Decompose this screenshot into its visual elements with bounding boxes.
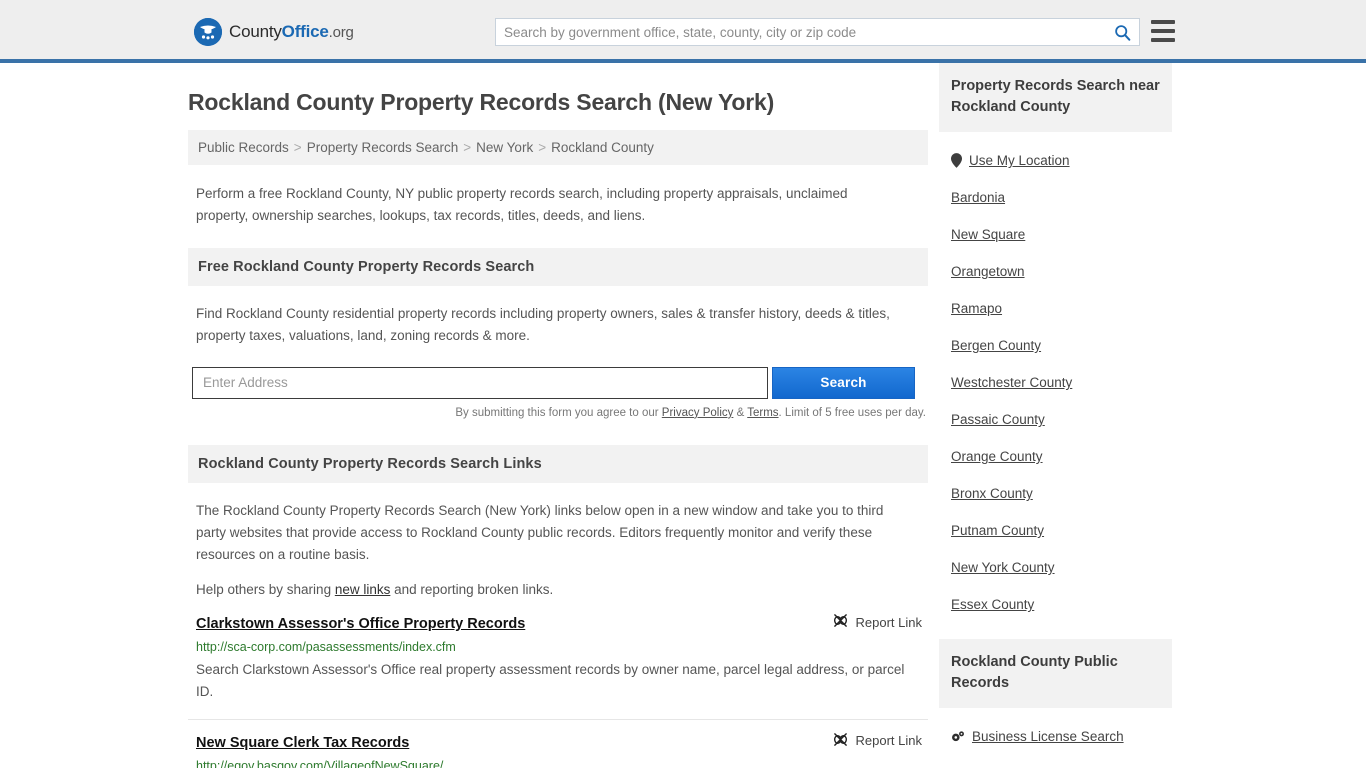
search-links-paragraph: The Rockland County Property Records Sea… (196, 502, 884, 562)
sidebar-item-label: Putnam County (951, 523, 1045, 539)
free-search-heading: Free Rockland County Property Records Se… (188, 248, 928, 287)
result-link-title[interactable]: New Square Clerk Tax Records (196, 735, 409, 751)
result-link-description: Search Clarkstown Assessor's Office real… (196, 662, 905, 699)
sidebar-item-label: Westchester County (951, 375, 1073, 391)
list-item: New Square Clerk Tax Records Report Link… (188, 720, 928, 768)
search-button[interactable]: Search (772, 366, 915, 399)
hamburger-bar (1151, 20, 1175, 24)
sidebar-item-label: Bardonia (951, 190, 1006, 206)
logo-text-county: County (229, 22, 282, 41)
sidebar-item-passaic-county[interactable]: Passaic County (951, 401, 1172, 438)
sidebar-public-records-block: Rockland County Public Records Business … (939, 639, 1172, 755)
sidebar-item-new-york-county[interactable]: New York County (951, 549, 1172, 586)
sidebar-item-putnam-county[interactable]: Putnam County (951, 512, 1172, 549)
breadcrumb: Public Records > Property Records Search > N… (188, 130, 928, 165)
logo-text-office: Office (281, 22, 329, 41)
site-header: CountyOffice.org (0, 0, 1366, 63)
legal-prefix: By submitting this form you agree to our (455, 406, 662, 419)
sidebar-item-label: Orange County (951, 449, 1043, 465)
page-title: Rockland County Property Records Search … (188, 89, 775, 115)
report-link-label: Report Link (855, 614, 922, 630)
logo-text-tld: .org (328, 24, 354, 41)
report-link-button[interactable]: Report Link (833, 613, 922, 631)
broken-link-icon (833, 732, 848, 750)
sidebar-item-bardonia[interactable]: Bardonia (951, 179, 1172, 216)
breadcrumb-item-new-york[interactable]: New York (476, 140, 533, 155)
sidebar-item-label: New York County (951, 560, 1055, 576)
address-input[interactable] (192, 366, 768, 399)
sidebar-item-label: Bronx County (951, 486, 1033, 502)
sidebar-item-bronx-county[interactable]: Bronx County (951, 475, 1172, 512)
sidebar-item-ramapo[interactable]: Ramapo (951, 290, 1172, 327)
sidebar-item-orange-county[interactable]: Orange County (951, 438, 1172, 475)
page-body: Rockland County Property Records Search … (0, 63, 1366, 768)
new-links-link[interactable]: new links (335, 582, 391, 597)
site-logo[interactable]: CountyOffice.org (194, 18, 354, 46)
terms-link[interactable]: Terms (747, 407, 778, 419)
help-suffix: and reporting broken links. (390, 582, 554, 598)
sidebar-public-records-heading: Rockland County Public Records (939, 639, 1172, 709)
help-prefix: Help others by sharing (196, 582, 335, 598)
search-input[interactable] (496, 19, 1105, 45)
sidebar-item-label: Bergen County (951, 338, 1042, 354)
main-content-column: Rockland County Property Records Search … (188, 63, 928, 768)
sidebar-nearby-heading: Property Records Search near Rockland Co… (939, 63, 1172, 133)
sidebar-item-orangetown[interactable]: Orangetown (951, 253, 1172, 290)
page-intro-text: Perform a free Rockland County, NY publi… (196, 186, 848, 223)
sidebar-item-bergen-county[interactable]: Bergen County (951, 327, 1172, 364)
logo-text: CountyOffice.org (229, 22, 354, 42)
legal-suffix: . Limit of 5 free uses per day. (778, 406, 926, 419)
search-links-section: Rockland County Property Records Search … (188, 444, 928, 768)
breadcrumb-item-property-records-search[interactable]: Property Records Search (307, 140, 459, 155)
privacy-policy-link[interactable]: Privacy Policy (662, 407, 734, 419)
sidebar-item-use-my-location[interactable]: Use My Location (951, 142, 1172, 179)
global-search-box[interactable] (495, 18, 1140, 46)
list-item: Clarkstown Assessor's Office Property Re… (188, 601, 928, 720)
gear-icon (951, 730, 965, 743)
report-link-button[interactable]: Report Link (833, 732, 922, 750)
hamburger-bar (1151, 38, 1175, 42)
sidebar-item-label: Business License Search (972, 729, 1124, 745)
breadcrumb-separator: > (293, 140, 302, 155)
sidebar-item-label: Orangetown (951, 264, 1025, 280)
breadcrumb-item-public-records[interactable]: Public Records (198, 140, 289, 155)
legal-amp: & (733, 406, 748, 419)
sidebar-item-label: Use My Location (969, 153, 1070, 169)
hamburger-bar (1151, 29, 1175, 33)
breadcrumb-separator: > (463, 140, 472, 155)
breadcrumb-item-rockland-county[interactable]: Rockland County (551, 140, 654, 155)
result-link-title[interactable]: Clarkstown Assessor's Office Property Re… (196, 616, 525, 632)
hamburger-menu-icon[interactable] (1151, 20, 1175, 42)
free-search-description: Find Rockland County residential propert… (196, 306, 890, 344)
sidebar-item-essex-county[interactable]: Essex County (951, 586, 1172, 623)
report-link-label: Report Link (855, 733, 922, 749)
result-link-url: http://sca-corp.com/pasassessments/index… (196, 640, 456, 655)
form-legal-text: By submitting this form you agree to our… (188, 407, 926, 419)
sidebar-item-label: New Square (951, 227, 1026, 243)
address-search-form: Search (192, 366, 928, 399)
sidebar-item-label: Essex County (951, 597, 1035, 613)
broken-link-icon (833, 613, 848, 631)
sidebar-item-label: Passaic County (951, 412, 1045, 428)
eagle-shield-logo-icon (194, 18, 222, 46)
sidebar-public-records-list: Business License Search (939, 718, 1172, 755)
sidebar-item-westchester-county[interactable]: Westchester County (951, 364, 1172, 401)
result-link-url: http://egov.basgov.com/VillageofNewSquar… (196, 758, 444, 768)
map-pin-icon (951, 153, 962, 168)
sidebar-nearby-list: Use My Location Bardonia New Square Oran… (939, 142, 1172, 623)
sidebar: Property Records Search near Rockland Co… (939, 63, 1172, 768)
sidebar-item-business-license-search[interactable]: Business License Search (951, 718, 1172, 755)
search-icon[interactable] (1105, 19, 1139, 45)
sidebar-item-label: Ramapo (951, 301, 1003, 317)
breadcrumb-separator: > (538, 140, 547, 155)
search-links-heading: Rockland County Property Records Search … (188, 444, 928, 483)
search-links-help-text: Help others by sharing new links and rep… (196, 579, 906, 601)
sidebar-item-new-square[interactable]: New Square (951, 216, 1172, 253)
